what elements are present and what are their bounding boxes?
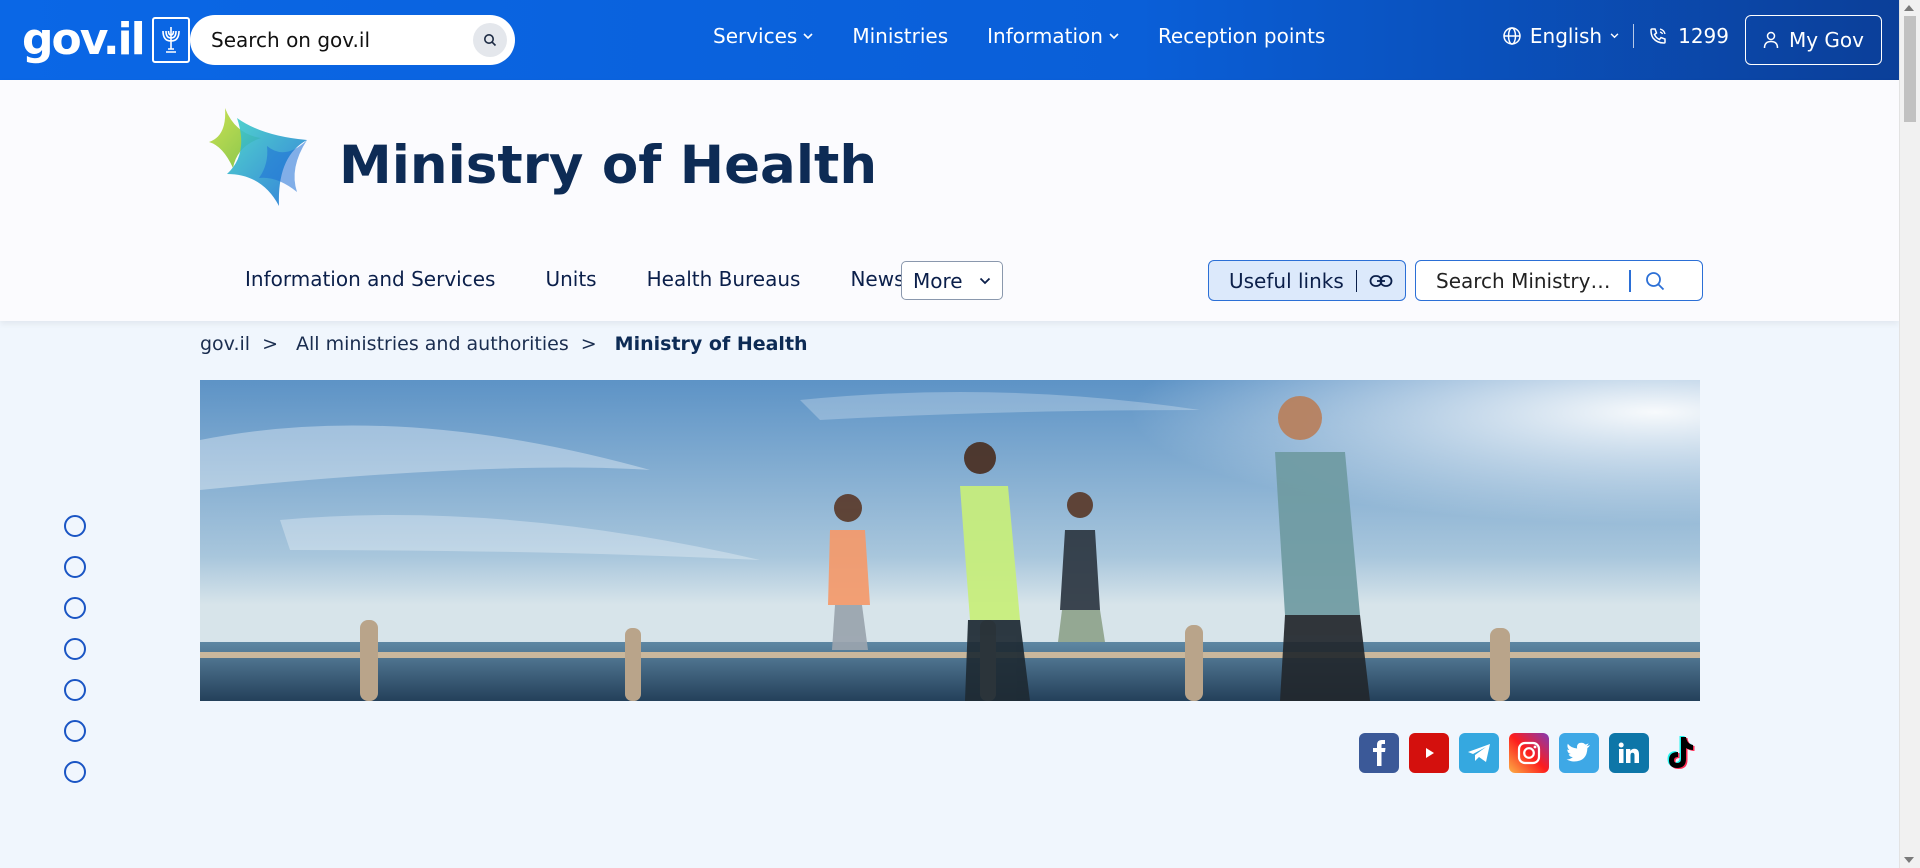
language-selector[interactable]: English	[1502, 24, 1619, 48]
phone-link[interactable]: 1299	[1648, 24, 1729, 48]
scrollbar-thumb[interactable]	[1904, 16, 1916, 122]
nav-information[interactable]: Information	[987, 24, 1119, 48]
divider	[1355, 269, 1357, 292]
gov-search-input[interactable]: Search on gov.il	[190, 15, 515, 65]
chevron-down-icon	[979, 277, 990, 284]
phone-number: 1299	[1678, 24, 1729, 48]
divider	[1633, 24, 1635, 48]
more-dropdown-button[interactable]: More	[901, 261, 1003, 300]
page-section-navigation	[64, 515, 86, 783]
social-links	[1359, 733, 1699, 773]
breadcrumb-all-ministries[interactable]: All ministries and authorities	[296, 333, 569, 355]
subnav-information-and-services[interactable]: Information and Services	[245, 267, 495, 291]
useful-links-label: Useful links	[1229, 268, 1344, 293]
breadcrumb: gov.il > All ministries and authorities …	[200, 333, 808, 355]
useful-links-button[interactable]: Useful links	[1208, 260, 1406, 301]
nav-services-label: Services	[713, 24, 798, 48]
instagram-icon[interactable]	[1509, 733, 1549, 773]
chevron-down-icon	[803, 32, 813, 39]
scroll-down-arrow-icon[interactable]	[1904, 857, 1914, 863]
section-dot[interactable]	[64, 597, 86, 619]
menorah-emblem-icon	[151, 17, 190, 63]
youtube-icon[interactable]	[1409, 733, 1449, 773]
twitter-icon[interactable]	[1559, 733, 1599, 773]
globe-icon	[1503, 27, 1521, 45]
ministry-title: Ministry of Health	[339, 135, 878, 196]
gov-il-logo-text: gov.il	[22, 14, 146, 65]
my-gov-button[interactable]: My Gov	[1745, 15, 1882, 65]
divider	[1629, 269, 1631, 292]
section-dot[interactable]	[64, 515, 86, 537]
ministry-header: Ministry of Health Information and Servi…	[0, 80, 1899, 321]
facebook-icon[interactable]	[1359, 733, 1399, 773]
section-dot[interactable]	[64, 679, 86, 701]
nav-reception-points[interactable]: Reception points	[1158, 24, 1325, 48]
ministry-navigation: Information and Services Units Health Bu…	[245, 267, 905, 291]
nav-ministries[interactable]: Ministries	[852, 24, 948, 48]
chevron-down-icon	[1610, 33, 1619, 39]
telegram-icon[interactable]	[1459, 733, 1499, 773]
ministry-logo-icon[interactable]	[207, 106, 313, 212]
breadcrumb-current: Ministry of Health	[614, 333, 808, 355]
nav-reception-points-label: Reception points	[1157, 24, 1326, 48]
my-gov-label: My Gov	[1788, 28, 1865, 52]
more-label: More	[913, 268, 963, 293]
tiktok-icon[interactable]	[1659, 733, 1699, 773]
ministry-search-placeholder: Search Ministry o...	[1436, 268, 1611, 293]
linkedin-icon[interactable]	[1609, 733, 1649, 773]
nav-ministries-label: Ministries	[852, 24, 949, 48]
section-dot[interactable]	[64, 556, 86, 578]
main-navigation: Services Ministries Information Receptio…	[713, 24, 1325, 48]
nav-information-label: Information	[987, 24, 1103, 48]
subnav-news[interactable]: News	[850, 267, 904, 291]
chevron-down-icon	[1109, 32, 1119, 39]
phone-icon	[1650, 28, 1666, 44]
nav-services[interactable]: Services	[713, 24, 813, 48]
language-label: English	[1529, 24, 1603, 48]
gov-search-placeholder: Search on gov.il	[211, 28, 371, 52]
search-icon[interactable]	[1645, 271, 1665, 291]
search-icon[interactable]	[473, 23, 507, 57]
section-dot[interactable]	[64, 761, 86, 783]
gov-header: gov.il Search on gov.il Services Ministr…	[0, 0, 1899, 80]
link-icon	[1369, 274, 1393, 287]
subnav-units[interactable]: Units	[545, 267, 596, 291]
gov-il-logo[interactable]: gov.il	[22, 14, 190, 66]
section-dot[interactable]	[64, 638, 86, 660]
scroll-up-arrow-icon[interactable]	[1904, 5, 1914, 11]
header-utilities: English 1299	[1502, 24, 1729, 48]
breadcrumb-gov-il[interactable]: gov.il	[200, 333, 250, 355]
hero-banner-image	[200, 380, 1700, 701]
user-icon	[1763, 31, 1779, 49]
breadcrumb-separator: >	[262, 333, 278, 355]
ministry-search-input[interactable]: Search Ministry o...	[1415, 260, 1703, 301]
page-scrollbar[interactable]	[1899, 0, 1920, 868]
subnav-health-bureaus[interactable]: Health Bureaus	[647, 267, 801, 291]
breadcrumb-separator: >	[580, 333, 597, 355]
section-dot[interactable]	[64, 720, 86, 742]
